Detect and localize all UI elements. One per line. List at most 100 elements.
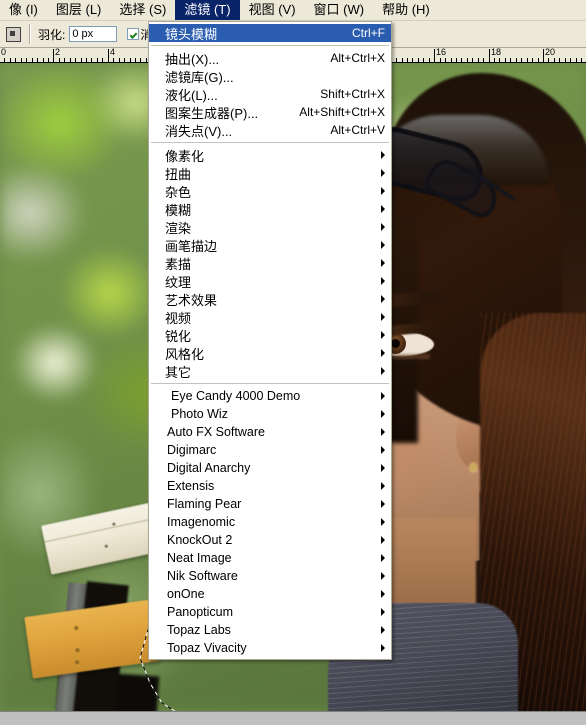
ruler-minor-tick [521, 58, 522, 62]
ruler-minor-tick [140, 58, 141, 62]
menu-item[interactable]: Eye Candy 4000 Demo [149, 387, 391, 405]
ruler-minor-tick [527, 58, 528, 62]
menu-item-shortcut: Alt+Ctrl+V [330, 123, 385, 137]
menu-item[interactable]: Digital Anarchy [149, 459, 391, 477]
menu-item[interactable]: 画笔描边 [149, 236, 391, 254]
submenu-arrow-icon [381, 572, 385, 580]
menubar-item-view[interactable]: 视图 (V) [240, 0, 305, 20]
menu-item[interactable]: Photo Wiz [149, 405, 391, 423]
menu-item-label: 视频 [165, 310, 192, 326]
submenu-arrow-icon [381, 590, 385, 598]
menu-item[interactable]: Flaming Pear [149, 495, 391, 513]
menu-item-label: 液化(L)... [165, 87, 218, 103]
ruler-major-tick [434, 49, 435, 62]
filter-dropdown-menu[interactable]: 镜头模糊 Ctrl+F 抽出(X)... Alt+Ctrl+X 滤镜库(G)... 液化(… [148, 21, 392, 660]
menu-item[interactable]: 视频 [149, 308, 391, 326]
ruler-label: 0 [1, 48, 7, 57]
menu-item[interactable]: 图案生成器(P)... Alt+Shift+Ctrl+X [149, 103, 391, 121]
menu-item-label: Digimarc [167, 443, 217, 457]
menu-item[interactable]: Auto FX Software [149, 423, 391, 441]
ruler-minor-tick [412, 58, 413, 62]
menu-item[interactable]: 扭曲 [149, 164, 391, 182]
menu-item-label: 图案生成器(P)... [165, 105, 259, 121]
ruler-major-tick [489, 49, 490, 62]
ruler-minor-tick [429, 58, 430, 62]
menubar-item-help[interactable]: 帮助 (H) [373, 0, 439, 20]
submenu-arrow-icon [381, 410, 385, 418]
ruler-label: 16 [436, 48, 447, 57]
menu-item[interactable]: Digimarc [149, 441, 391, 459]
ruler-minor-tick [75, 58, 76, 62]
menu-item[interactable]: KnockOut 2 [149, 531, 391, 549]
ruler-minor-tick [516, 58, 517, 62]
menu-item[interactable]: Extensis [149, 477, 391, 495]
ruler-major-tick [108, 49, 109, 62]
submenu-arrow-icon [381, 205, 385, 213]
menu-item[interactable]: Topaz Vivacity [149, 639, 391, 657]
menu-item-label: Digital Anarchy [167, 461, 251, 475]
menu-item[interactable]: 模糊 [149, 200, 391, 218]
ruler-minor-tick [15, 58, 16, 62]
menu-separator [151, 45, 389, 46]
menu-item[interactable]: Nik Software [149, 567, 391, 585]
menu-item[interactable]: 镜头模糊 Ctrl+F [149, 24, 391, 42]
menu-item[interactable]: 杂色 [149, 182, 391, 200]
menu-item-label: 艺术效果 [165, 292, 218, 308]
menu-item[interactable]: Panopticum [149, 603, 391, 621]
menu-item[interactable]: 其它 [149, 362, 391, 380]
menubar-item-filter[interactable]: 滤镜 (T) [175, 0, 240, 20]
menubar-item-image[interactable]: 像 (I) [0, 0, 47, 20]
ruler-minor-tick [467, 58, 468, 62]
menu-item-label: 模糊 [165, 202, 192, 218]
menubar-item-window[interactable]: 窗口 (W) [305, 0, 374, 20]
menu-item-label: Topaz Labs [167, 623, 231, 637]
menu-item-label: 杂色 [165, 184, 192, 200]
tool-preset-icon[interactable] [2, 23, 24, 45]
menu-item[interactable]: 液化(L)... Shift+Ctrl+X [149, 85, 391, 103]
menu-item[interactable]: 纹理 [149, 272, 391, 290]
submenu-arrow-icon [381, 313, 385, 321]
submenu-arrow-icon [381, 482, 385, 490]
menu-item-label: Eye Candy 4000 Demo [171, 389, 301, 403]
menu-item[interactable]: 渲染 [149, 218, 391, 236]
menu-item-label: Topaz Vivacity [167, 641, 247, 655]
menu-item[interactable]: 滤镜库(G)... [149, 67, 391, 85]
menubar-item-select[interactable]: 选择 (S) [110, 0, 175, 20]
menu-item[interactable]: 艺术效果 [149, 290, 391, 308]
menu-item[interactable]: Topaz Labs [149, 621, 391, 639]
menu-item-label: Imagenomic [167, 515, 236, 529]
ruler-minor-tick [440, 58, 441, 62]
menu-item[interactable]: 锐化 [149, 326, 391, 344]
menu-item[interactable]: Imagenomic [149, 513, 391, 531]
ruler-minor-tick [37, 58, 38, 62]
menu-item[interactable]: onOne [149, 585, 391, 603]
menu-item-label: Nik Software [167, 569, 238, 583]
submenu-arrow-icon [381, 428, 385, 436]
menubar-item-layer[interactable]: 图层 (L) [47, 0, 111, 20]
ruler-minor-tick [396, 58, 397, 62]
menu-item-label: 画笔描边 [165, 238, 218, 254]
antialias-checkbox[interactable] [127, 28, 140, 40]
ruler-minor-tick [32, 58, 33, 62]
ruler-minor-tick [532, 58, 533, 62]
menu-item[interactable]: 像素化 [149, 146, 391, 164]
ruler-label: 20 [545, 48, 556, 57]
ruler-minor-tick [70, 58, 71, 62]
feather-input[interactable] [69, 26, 118, 42]
ruler-minor-tick [456, 58, 457, 62]
menu-item-shortcut: Ctrl+F [352, 26, 385, 40]
menu-item[interactable]: 素描 [149, 254, 391, 272]
menu-item[interactable]: 风格化 [149, 344, 391, 362]
menu-item[interactable]: 消失点(V)... Alt+Ctrl+V [149, 121, 391, 139]
ruler-minor-tick [418, 58, 419, 62]
ruler-minor-tick [59, 58, 60, 62]
ruler-minor-tick [554, 58, 555, 62]
menu-item-label: Panopticum [167, 605, 234, 619]
submenu-arrow-icon [381, 500, 385, 508]
menu-item[interactable]: Neat Image [149, 549, 391, 567]
ruler-minor-tick [81, 58, 82, 62]
submenu-arrow-icon [381, 554, 385, 562]
menu-item-label: Extensis [167, 479, 215, 493]
menu-item[interactable]: 抽出(X)... Alt+Ctrl+X [149, 49, 391, 67]
ruler-minor-tick [10, 58, 11, 62]
